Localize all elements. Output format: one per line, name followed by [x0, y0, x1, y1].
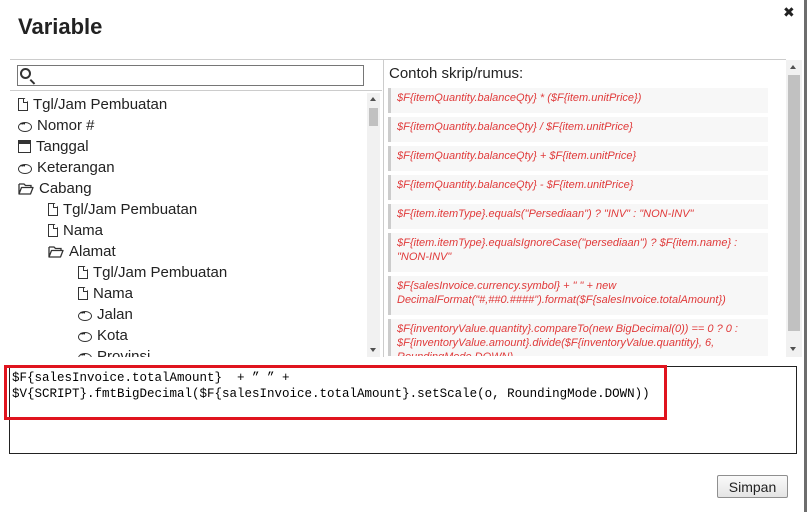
- tree-item-label: Nomor #: [37, 117, 95, 134]
- comment-icon: [18, 115, 32, 135]
- tree-item[interactable]: Cabang: [18, 179, 92, 199]
- search-icon: [20, 68, 31, 79]
- tree-scrollbar[interactable]: [367, 93, 380, 357]
- tree-item-label: Tgl/Jam Pembuatan: [93, 264, 228, 281]
- comment-icon: [18, 157, 32, 177]
- examples-heading: Contoh skrip/rumus:: [389, 65, 524, 82]
- tree-item-label: Kota: [97, 327, 128, 344]
- folder-open-icon: [48, 246, 64, 258]
- example-snippet[interactable]: $F{inventoryValue.quantity}.compareTo(ne…: [388, 319, 768, 356]
- tree-item[interactable]: Tgl/Jam Pembuatan: [18, 95, 167, 115]
- scroll-up-arrow-icon[interactable]: [370, 97, 376, 101]
- search-input[interactable]: [34, 66, 359, 83]
- variable-dialog: Variable ✖ Tgl/Jam Pembuatan Nomor # Tangg…: [0, 0, 807, 512]
- example-snippet[interactable]: $F{itemQuantity.balanceQty} / $F{item.un…: [388, 117, 768, 142]
- tree-item-label: Cabang: [39, 180, 92, 197]
- script-editor-text: $F{salesInvoice.totalAmount} + ” ” + $V{…: [12, 370, 650, 402]
- tree-item-label: Tgl/Jam Pembuatan: [33, 96, 168, 113]
- document-icon: [78, 287, 88, 300]
- script-editor[interactable]: $F{salesInvoice.totalAmount} + ” ” + $V{…: [9, 366, 797, 454]
- comment-icon: [78, 325, 92, 345]
- tree-item[interactable]: Tgl/Jam Pembuatan: [48, 200, 197, 220]
- search-box[interactable]: [17, 65, 364, 86]
- examples-panel: Contoh skrip/rumus: $F{itemQuantity.bala…: [383, 59, 802, 357]
- save-button[interactable]: Simpan: [717, 475, 788, 498]
- tree-item[interactable]: Provinsi: [78, 346, 151, 357]
- example-snippet[interactable]: $F{salesInvoice.currency.symbol} + " " +…: [388, 276, 768, 315]
- document-icon: [18, 98, 28, 111]
- examples-scrollbar-thumb[interactable]: [788, 75, 800, 331]
- tree-item[interactable]: Alamat: [48, 242, 116, 262]
- script-line-2: $V{SCRIPT}.fmtBigDecimal($F{salesInvoice…: [12, 387, 650, 401]
- scroll-down-arrow-icon[interactable]: [370, 348, 376, 352]
- tree-scrollbar-thumb[interactable]: [369, 108, 378, 126]
- comment-icon: [78, 304, 92, 324]
- tree-item-label: Nama: [63, 222, 104, 239]
- tree-item-label: Tanggal: [36, 138, 89, 155]
- tree-item-label: Provinsi: [97, 348, 151, 357]
- tree-item[interactable]: Kota: [78, 325, 128, 346]
- variable-tree: Tgl/Jam Pembuatan Nomor # Tanggal Keteranga…: [10, 93, 368, 357]
- document-icon: [48, 203, 58, 216]
- tree-item[interactable]: Nama: [78, 284, 133, 304]
- example-snippet[interactable]: $F{item.itemType}.equals("Persediaan") ?…: [388, 204, 768, 229]
- tree-item-label: Jalan: [97, 306, 133, 323]
- scroll-down-arrow-icon[interactable]: [790, 347, 796, 351]
- tree-item[interactable]: Jalan: [78, 304, 133, 325]
- folder-open-icon: [18, 183, 34, 195]
- tree-item-label: Tgl/Jam Pembuatan: [63, 201, 198, 218]
- comment-icon: [78, 346, 92, 357]
- scroll-up-arrow-icon[interactable]: [790, 65, 796, 69]
- tree-item-label: Alamat: [69, 243, 116, 260]
- script-line-1: $F{salesInvoice.totalAmount} + ” ” +: [12, 371, 290, 385]
- document-icon: [78, 266, 88, 279]
- tree-item-label: Nama: [93, 285, 134, 302]
- document-icon: [48, 224, 58, 237]
- tree-item[interactable]: Nomor #: [18, 115, 95, 136]
- divider: [10, 90, 382, 91]
- tree-item[interactable]: Keterangan: [18, 157, 115, 178]
- example-snippet[interactable]: $F{itemQuantity.balanceQty} + $F{item.un…: [388, 146, 768, 171]
- example-snippet[interactable]: $F{itemQuantity.balanceQty} * ($F{item.u…: [388, 88, 768, 113]
- examples-list: $F{itemQuantity.balanceQty} * ($F{item.u…: [388, 88, 768, 356]
- variable-tree-panel: Tgl/Jam Pembuatan Nomor # Tanggal Keteranga…: [10, 59, 384, 357]
- example-snippet[interactable]: $F{itemQuantity.balanceQty} - $F{item.un…: [388, 175, 768, 200]
- close-icon[interactable]: ✖: [783, 3, 795, 21]
- example-snippet[interactable]: $F{item.itemType}.equalsIgnoreCase("pers…: [388, 233, 768, 272]
- tree-item-label: Keterangan: [37, 159, 115, 176]
- calendar-icon: [18, 140, 31, 153]
- tree-item[interactable]: Tgl/Jam Pembuatan: [78, 263, 227, 283]
- tree-item[interactable]: Tanggal: [18, 137, 89, 157]
- examples-scrollbar[interactable]: [786, 60, 802, 357]
- tree-item[interactable]: Nama: [48, 221, 103, 241]
- dialog-title: Variable: [18, 14, 103, 39]
